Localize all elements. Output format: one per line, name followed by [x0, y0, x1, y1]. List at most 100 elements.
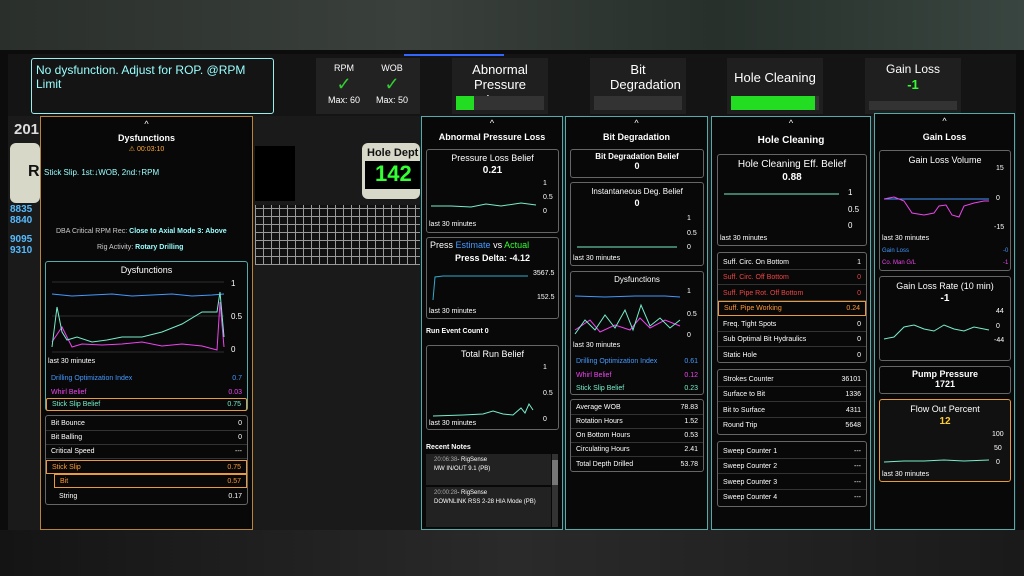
- tile-abnormal-pressure-loss[interactable]: Abnormal Pressure Loss: [452, 58, 548, 114]
- row-stick-slip[interactable]: Stick Slip 0.75: [46, 460, 247, 474]
- press-high: 3567.5: [533, 270, 555, 277]
- panel-title: Abnormal Pressure Loss: [438, 132, 546, 142]
- row-surface-to-bit[interactable]: Surface to Bit 1336: [718, 387, 866, 402]
- box-value: -1: [940, 293, 950, 304]
- row-pipe-rot-off-bottom[interactable]: Suff. Pipe Rot. Off Bottom 0: [718, 286, 866, 301]
- legend-value: 0.23: [684, 384, 698, 392]
- bg-depth-tile: Hole Dept 142: [362, 143, 420, 199]
- tick: 1: [848, 188, 853, 197]
- box-title: Hole Cleaning Eff. Belief: [737, 159, 847, 170]
- collapse-caret-icon[interactable]: ^: [422, 119, 562, 128]
- x-label: last 30 minutes: [48, 358, 96, 365]
- row-sweep-4[interactable]: Sweep Counter 4 ---: [718, 490, 866, 505]
- row-name: Bit Bounce: [51, 420, 85, 427]
- tile-progress: [869, 101, 957, 110]
- x-label: last 30 minutes: [429, 420, 477, 427]
- tick: 0.5: [231, 312, 243, 321]
- series-stickslip: [51, 291, 225, 348]
- row-value: 2.41: [684, 446, 698, 453]
- legend-whirl[interactable]: Whirl Belief 0.03: [46, 385, 247, 399]
- row-bit-hydraulics[interactable]: Sub Optimal Bit Hydraulics 0: [718, 332, 866, 347]
- notes-scrollbar[interactable]: [552, 454, 558, 527]
- x-label: last 30 minutes: [882, 235, 930, 242]
- row-string[interactable]: String 0.17: [54, 489, 247, 503]
- press-delta-box: Press Estimate vs Actual Press Delta: -4…: [426, 237, 559, 319]
- wob-indicator[interactable]: WOB ✓ Max: 50: [364, 58, 420, 114]
- collapse-caret-icon[interactable]: ^: [712, 119, 870, 128]
- row-bit-to-surface[interactable]: Bit to Surface 4311: [718, 403, 866, 418]
- row-circ-off-bottom[interactable]: Suff. Circ. Off Bottom 0: [718, 270, 866, 285]
- row-pipe-working[interactable]: Suff. Pipe Working 0.24: [718, 301, 866, 316]
- box-value: 0: [634, 198, 640, 208]
- row-value: 5648: [845, 422, 861, 429]
- row-average-wob[interactable]: Average WOB 78.83: [571, 401, 703, 415]
- bg-grid: [255, 205, 420, 265]
- row-critical-speed[interactable]: Critical Speed ---: [46, 445, 247, 459]
- row-value: 0: [857, 273, 861, 281]
- row-sweep-1[interactable]: Sweep Counter 1 ---: [718, 444, 866, 459]
- row-sweep-2[interactable]: Sweep Counter 2 ---: [718, 459, 866, 474]
- tick: 0: [996, 459, 1000, 466]
- tick: 0: [543, 416, 547, 423]
- panel-title: Gain Loss: [922, 132, 967, 142]
- tick: 0: [996, 323, 1000, 330]
- warning-icon: ⚠: [128, 146, 137, 153]
- row-value: 0.57: [227, 477, 241, 485]
- row-value: 1.52: [684, 418, 698, 425]
- row-name: Rotation Hours: [576, 418, 623, 425]
- tile-hole-cleaning[interactable]: Hole Cleaning: [727, 58, 823, 114]
- tile-label: Bit Degradation: [610, 62, 681, 92]
- legend-doi[interactable]: Drilling Optimization Index 0.61: [571, 354, 703, 368]
- gl-volume-chart: [883, 196, 989, 218]
- legend-doi[interactable]: Drilling Optimization Index 0.7: [46, 371, 247, 385]
- legend-gain-loss[interactable]: Gain Loss: [882, 248, 909, 254]
- row-name: Stick Slip: [52, 463, 81, 471]
- box-value: 1721: [934, 379, 956, 389]
- gl-volume-box: Gain Loss Volume 15 0 -15 last 30 minute…: [879, 150, 1011, 271]
- box-title: Instantaneous Deg. Belief: [591, 187, 683, 196]
- row-on-bottom-hours[interactable]: On Bottom Hours 0.53: [571, 429, 703, 443]
- row-value: 0.53: [684, 432, 698, 439]
- row-bit-balling[interactable]: Bit Balling 0: [46, 431, 247, 445]
- row-total-depth[interactable]: Total Depth Drilled 53.78: [571, 457, 703, 471]
- row-name: Sub Optimal Bit Hydraulics: [723, 335, 807, 343]
- inst-deg-box: Instantaneous Deg. Belief 0 1 0.5 0 last…: [570, 182, 704, 266]
- row-static-hole[interactable]: Static Hole 0: [718, 348, 866, 363]
- row-value: 53.78: [680, 460, 698, 468]
- row-strokes-counter[interactable]: Strokes Counter 36101: [718, 372, 866, 387]
- row-rotation-hours[interactable]: Rotation Hours 1.52: [571, 415, 703, 429]
- collapse-caret-icon[interactable]: ^: [566, 119, 707, 128]
- note-item[interactable]: 20:06:38- RigSense MW IN/OUT 9.1 (PB): [426, 454, 551, 485]
- box-title: Pump Pressure: [911, 369, 979, 379]
- legend-stickslip[interactable]: Stick Slip Belief 0.23: [571, 381, 703, 395]
- box-title: Bit Degradation Belief: [595, 152, 679, 161]
- tile-bit-degradation[interactable]: Bit Degradation: [590, 58, 686, 114]
- row-tight-spots[interactable]: Freq. Tight Spots 0: [718, 317, 866, 332]
- tile-gain-loss[interactable]: Gain Loss -1: [865, 58, 961, 114]
- row-circulating-hours[interactable]: Circulating Hours 2.41: [571, 443, 703, 457]
- bd-stats: Average WOB 78.83 Rotation Hours 1.52 On B…: [570, 399, 704, 472]
- row-value: ---: [235, 448, 242, 455]
- tile-progress: [594, 96, 682, 110]
- row-bit[interactable]: Bit 0.57: [54, 474, 247, 488]
- row-value: 1: [857, 258, 861, 266]
- collapse-caret-icon[interactable]: ^: [875, 117, 1014, 126]
- run-event-count: Run Event Count 0: [426, 328, 489, 335]
- note-item[interactable]: 20:00:28- RigSense DOWNLINK RSS 2-28 HIA …: [426, 487, 551, 527]
- row-sweep-3[interactable]: Sweep Counter 3 ---: [718, 475, 866, 490]
- legend-whirl[interactable]: Whirl Belief 0.12: [571, 368, 703, 382]
- box-title: Gain Loss Rate (10 min): [896, 281, 994, 291]
- legend-name: Stick Slip Belief: [576, 384, 625, 392]
- collapse-caret-icon[interactable]: ^: [41, 120, 252, 129]
- legend-coman[interactable]: Co. Man G/L: [882, 260, 916, 266]
- row-bit-bounce[interactable]: Bit Bounce 0: [46, 417, 247, 431]
- legend-stickslip[interactable]: Stick Slip Belief 0.75: [46, 398, 247, 411]
- panel-title: Dysfunctions: [117, 133, 175, 143]
- row-round-trip[interactable]: Round Trip 5648: [718, 418, 866, 433]
- tile-label: Hole Cleaning: [734, 70, 816, 85]
- row-circ-on-bottom[interactable]: Suff. Circ. On Bottom 1: [718, 255, 866, 270]
- row-name: Strokes Counter: [723, 375, 774, 383]
- row-name: Freq. Tight Spots: [723, 320, 777, 328]
- rig-value: Rotary Drilling: [135, 244, 184, 251]
- dys-chart: [51, 281, 225, 353]
